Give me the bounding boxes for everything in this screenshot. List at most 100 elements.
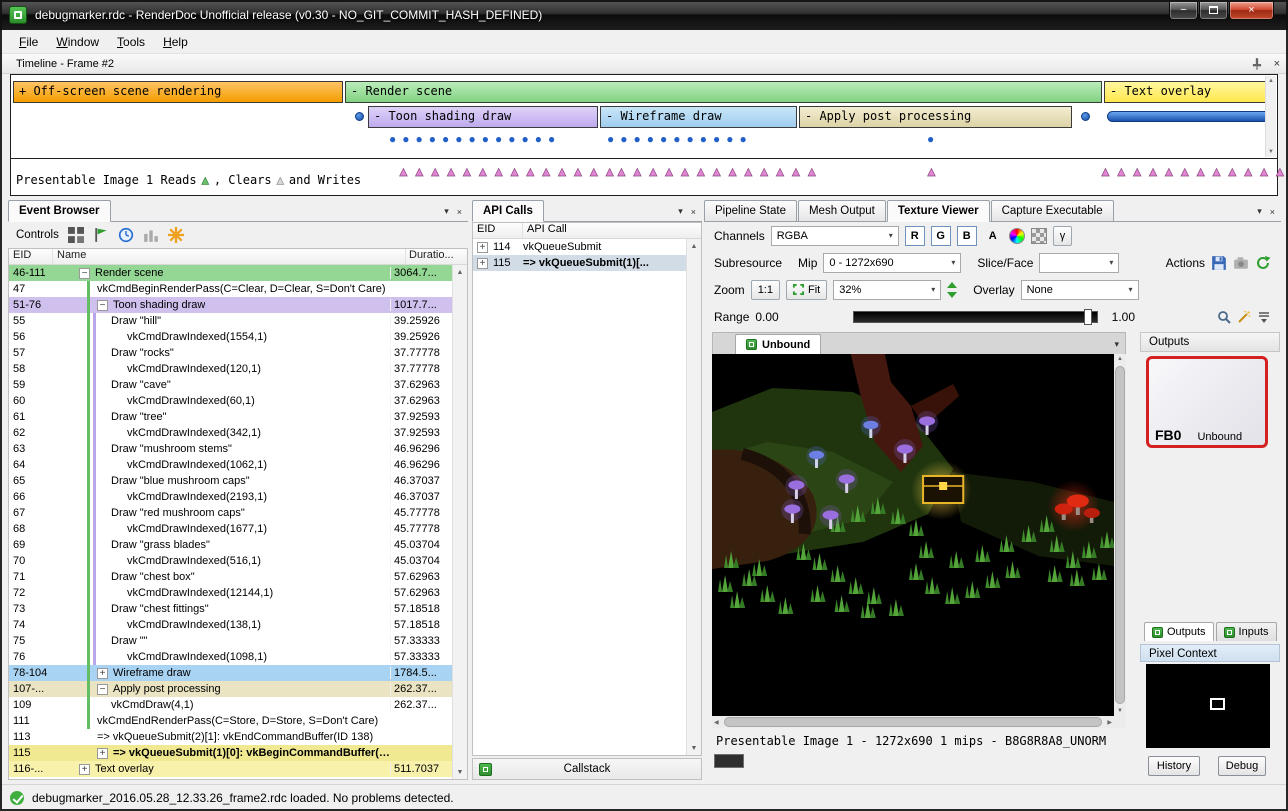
panel-close-icon[interactable]: × [457,207,462,217]
event-browser-scrollbar[interactable]: ▲ ▼ [452,265,467,779]
flip-vertical-icon[interactable] [947,282,957,298]
alpha-channel-button[interactable]: A [983,226,1003,246]
event-row[interactable]: 115 + => vkQueueSubmit(1)[0]: vkBeginCom… [9,745,452,761]
texture-display[interactable]: ▲ ▼ ◀ ▶ [712,354,1126,728]
tab-inputs[interactable]: Inputs [1216,622,1277,641]
range-slider[interactable] [853,311,1098,323]
fit-button[interactable]: Fit [786,280,827,300]
event-row[interactable]: 74 vkCmdDrawIndexed(138,1) 57.18518 [9,617,452,633]
pixel-context-view[interactable] [1146,664,1270,748]
texture-horizontal-scrollbar[interactable]: ◀ ▶ [712,716,1114,728]
tree-expand-box[interactable]: + [97,668,108,679]
refresh-icon[interactable] [1255,255,1271,271]
scroll-down-icon[interactable]: ▼ [1268,149,1274,155]
event-row[interactable]: 116-... + Text overlay 511.7037 [9,761,452,777]
event-row[interactable]: 73 Draw "chest fittings" 57.18518 [9,601,452,617]
event-row[interactable]: 62 vkCmdDrawIndexed(342,1) 37.92593 [9,425,452,441]
fb0-thumbnail[interactable]: FB0 Unbound [1146,356,1268,448]
zoom-1to1-button[interactable]: 1:1 [751,280,780,300]
column-api-call[interactable]: API Call [523,223,701,238]
overlay-combo[interactable]: None ▾ [1021,280,1139,300]
range-min-value[interactable]: 0.00 [755,310,778,324]
zoom-combo[interactable]: 32% ▾ [833,280,941,300]
tab-texture-viewer[interactable]: Texture Viewer [887,200,990,222]
menu-item[interactable]: Tools [108,32,154,52]
pixel-context-header[interactable]: Pixel Context [1140,644,1280,662]
scroll-left-icon[interactable]: ◀ [714,719,719,726]
magnifier-icon[interactable] [1217,310,1231,324]
event-row[interactable]: 47 vkCmdBeginRenderPass(C=Clear, D=Clear… [9,281,452,297]
timeline-region-post-processing[interactable]: - Apply post processing [799,106,1072,128]
green-channel-button[interactable]: G [931,226,951,246]
event-row[interactable]: 71 Draw "chest box" 57.62963 [9,569,452,585]
timeline-region-offscreen[interactable]: + Off-screen scene rendering [13,81,343,103]
channels-combo[interactable]: RGBA ▾ [771,226,899,246]
draw-event-dot[interactable] [1081,112,1090,121]
tree-expand-box[interactable]: + [477,258,488,269]
callstack-panel-header[interactable]: Callstack [472,758,702,780]
grid-icon[interactable] [68,227,84,243]
event-row[interactable]: 75 Draw "" 57.33333 [9,633,452,649]
panel-close-icon[interactable]: × [1270,207,1275,217]
tree-expand-box[interactable]: + [97,748,108,759]
export-icon[interactable] [1233,255,1249,271]
event-row[interactable]: 58 vkCmdDrawIndexed(120,1) 37.77778 [9,361,452,377]
event-row[interactable]: 65 Draw "blue mushroom caps" 46.37037 [9,473,452,489]
column-eid[interactable]: EID [9,249,53,264]
event-row[interactable]: 107-... − Apply post processing 262.37..… [9,681,452,697]
slice-face-combo[interactable]: ▾ [1039,253,1119,273]
texture-vertical-scrollbar[interactable]: ▲ ▼ [1114,354,1126,716]
event-row[interactable]: 59 Draw "cave" 37.62963 [9,377,452,393]
outputs-header[interactable]: Outputs [1140,332,1280,352]
tab-api-calls[interactable]: API Calls [472,200,544,222]
texture-image[interactable] [712,354,1114,716]
event-row[interactable]: 68 vkCmdDrawIndexed(1677,1) 45.77778 [9,521,452,537]
clock-icon[interactable] [118,227,134,243]
menu-item[interactable]: File [10,32,47,52]
tab-mesh-output[interactable]: Mesh Output [798,200,886,221]
toon-draw-dots[interactable]: ●●●●●●●●●●●●● [389,132,561,146]
range-slider-handle[interactable] [1084,309,1092,325]
scroll-up-icon[interactable]: ▲ [453,265,467,279]
event-row[interactable]: 113 => vkQueueSubmit(2)[1]: vkEndCommand… [9,729,452,745]
range-max-value[interactable]: 1.00 [1112,310,1135,324]
blue-channel-button[interactable]: B [957,226,977,246]
event-row[interactable]: 76 vkCmdDrawIndexed(1098,1) 57.33333 [9,649,452,665]
timeline-region-render-scene[interactable]: - Render scene [345,81,1102,103]
timeline-region-text-overlay[interactable]: - Text overlay [1104,81,1275,103]
tab-event-browser[interactable]: Event Browser [8,200,111,222]
api-calls-scrollbar[interactable]: ▲ ▼ [686,239,701,755]
history-button[interactable]: History [1148,756,1200,776]
write-marker-post[interactable]: ▲ [925,164,941,179]
scroll-up-icon[interactable]: ▲ [1117,356,1123,362]
scroll-up-icon[interactable]: ▲ [687,239,701,253]
event-row[interactable]: 66 vkCmdDrawIndexed(2193,1) 46.37037 [9,489,452,505]
timeline-panel-header[interactable]: Timeline - Frame #2 × [0,54,1288,74]
event-row[interactable]: 63 Draw "mushroom stems" 46.96296 [9,441,452,457]
tree-expand-box[interactable]: + [477,242,488,253]
panel-menu-icon[interactable]: ▾ [678,206,683,217]
pin-icon[interactable] [1250,57,1264,71]
mip-combo[interactable]: 0 - 1272x690 ▾ [823,253,961,273]
flag-icon[interactable] [93,227,109,243]
event-row[interactable]: 111 vkCmdEndRenderPass(C=Store, D=Store,… [9,713,452,729]
scroll-down-icon[interactable]: ▼ [1117,708,1123,714]
event-row[interactable]: 72 vkCmdDrawIndexed(12144,1) 57.62963 [9,585,452,601]
event-row[interactable]: 64 vkCmdDrawIndexed(1062,1) 46.96296 [9,457,452,473]
timeline-region-wireframe[interactable]: - Wireframe draw [600,106,797,128]
texture-list-dropdown-icon[interactable]: ▾ [1114,339,1125,354]
column-duration[interactable]: Duratio... [405,249,467,264]
event-row[interactable]: 46-111 − Render scene 3064.7... [9,265,452,281]
api-call-row[interactable]: + 114 vkQueueSubmit [473,239,701,255]
event-row[interactable]: 67 Draw "red mushroom caps" 45.77778 [9,505,452,521]
save-icon[interactable] [1211,255,1227,271]
tab-outputs[interactable]: Outputs [1144,622,1214,641]
color-wheel-icon[interactable] [1009,228,1025,244]
autofit-wand-icon[interactable] [1237,310,1251,324]
column-eid[interactable]: EID [473,223,523,238]
timeline-scrollbar[interactable]: ▲ ▼ [1265,76,1276,157]
timeline-region-toon-shading[interactable]: - Toon shading draw [368,106,598,128]
api-call-row[interactable]: + 115 => vkQueueSubmit(1)[... [473,255,701,271]
event-row[interactable]: 69 Draw "grass blades" 45.03704 [9,537,452,553]
write-markers-text-overlay[interactable]: ▲▲▲▲▲▲▲▲▲▲▲▲▲ [1099,164,1288,179]
